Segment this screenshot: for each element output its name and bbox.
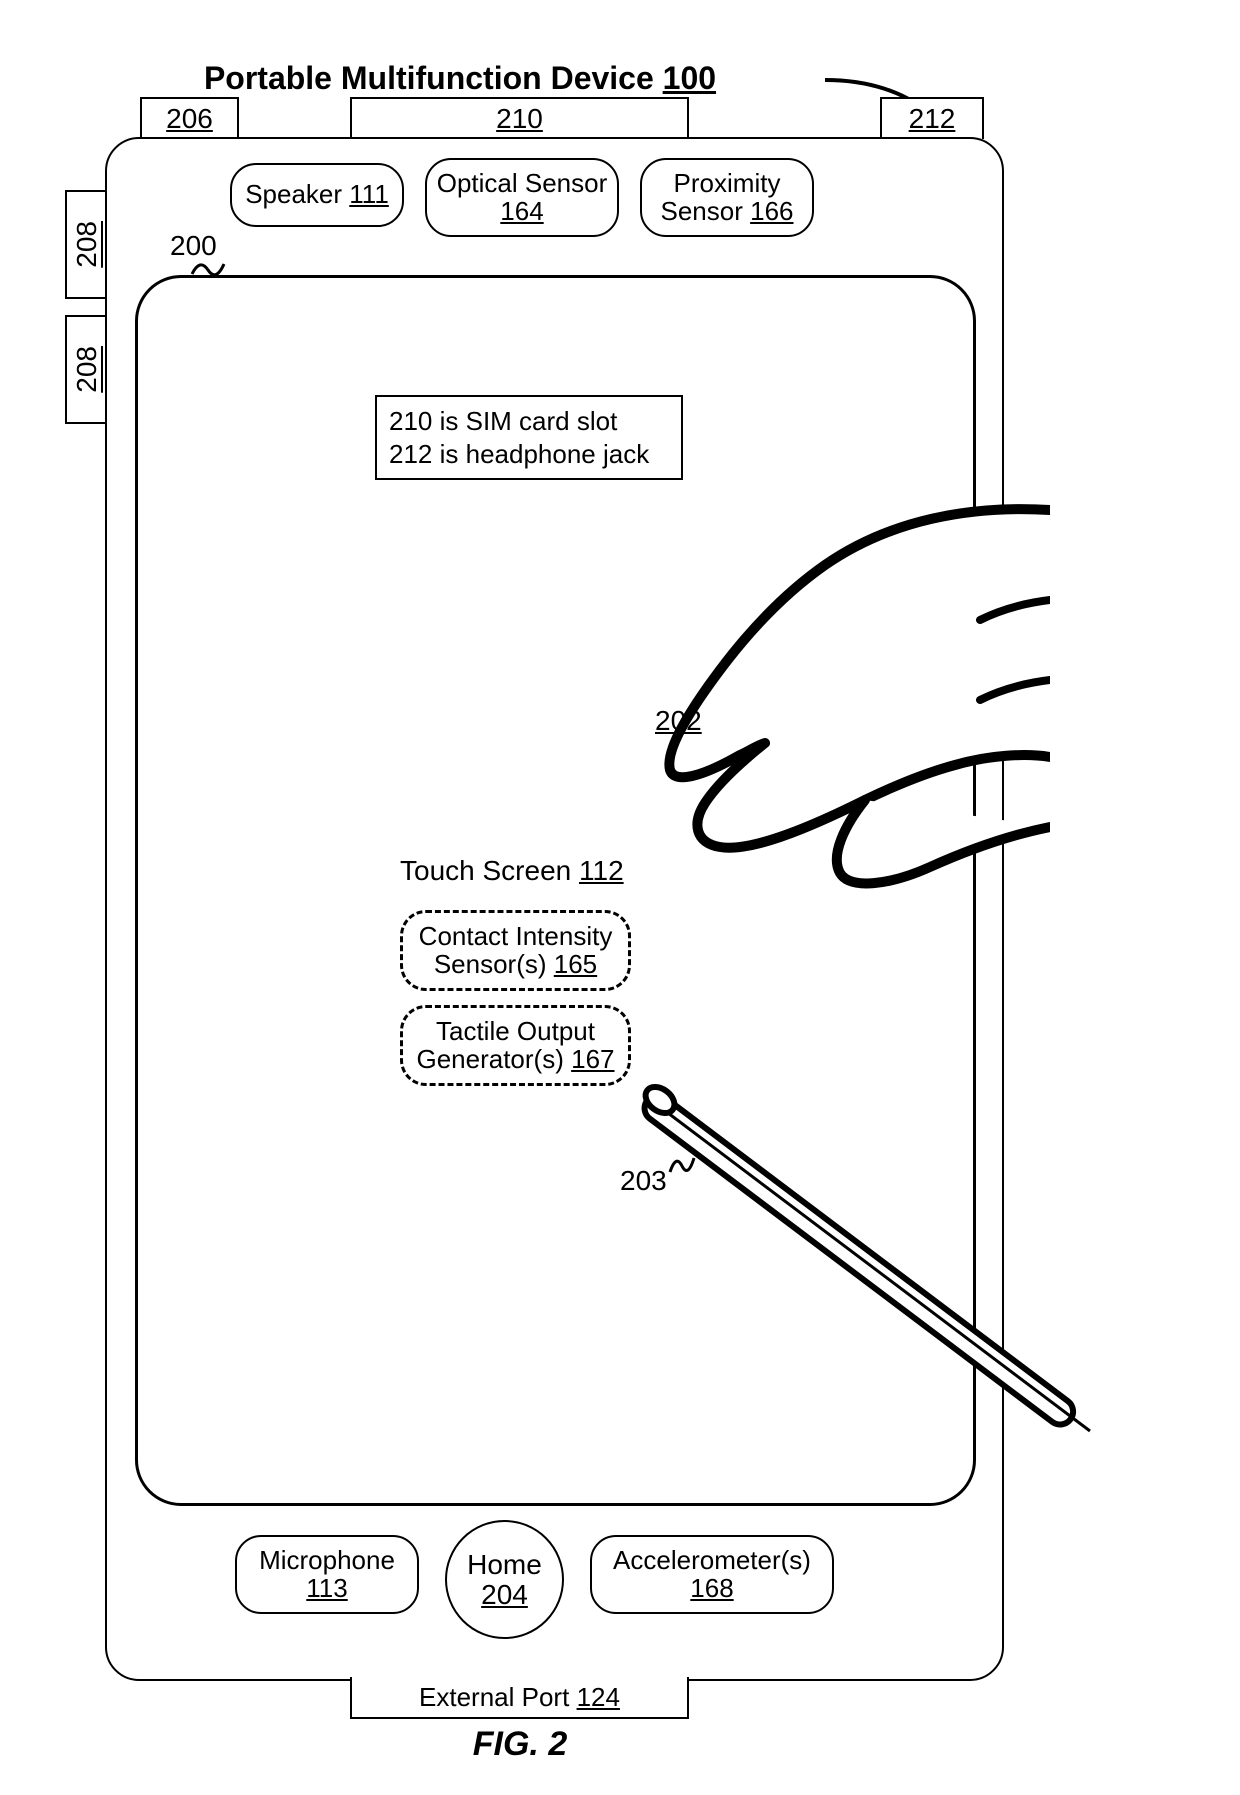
home-label: Home	[467, 1550, 542, 1579]
microphone-pill: Microphone 113	[235, 1535, 419, 1614]
tactile-num: 167	[571, 1044, 614, 1074]
mic-label: Microphone	[259, 1547, 395, 1574]
proximity-num: 166	[750, 196, 793, 226]
figure-label: FIG. 2	[0, 1725, 1040, 1764]
accel-label: Accelerometer(s)	[613, 1547, 811, 1574]
accelerometer-pill: Accelerometer(s) 168	[590, 1535, 834, 1614]
optical-label: Optical Sensor	[437, 170, 608, 197]
title-num: 100	[663, 60, 716, 96]
info-l2: 212 is headphone jack	[389, 438, 669, 471]
mic-num: 113	[306, 1575, 347, 1602]
speaker-num: 111	[349, 179, 389, 209]
info-l1: 210 is SIM card slot	[389, 405, 669, 438]
proximity-line1: Proximity	[674, 170, 781, 197]
intensity-l2: Sensor(s)	[434, 949, 547, 979]
stylus-ref-203: 203	[620, 1165, 667, 1197]
side-tab-208-upper: 208	[65, 190, 107, 299]
top-tab-210: 210	[350, 97, 689, 139]
proximity-line2: Sensor	[660, 196, 742, 226]
top-tab-212: 212	[880, 97, 984, 139]
tactile-l2: Generator(s)	[416, 1044, 563, 1074]
top-tab-206: 206	[140, 97, 239, 139]
home-num: 204	[481, 1580, 528, 1609]
optical-num: 164	[500, 198, 543, 225]
info-box: 210 is SIM card slot 212 is headphone ja…	[375, 395, 683, 480]
ext-num: 124	[577, 1682, 620, 1713]
tactile-l1: Tactile Output	[436, 1018, 595, 1045]
accel-num: 168	[690, 1575, 733, 1602]
external-port-tab: External Port 124	[350, 1677, 689, 1719]
intensity-num: 165	[554, 949, 597, 979]
squiggle-203-icon	[668, 1148, 698, 1178]
title-label: Portable Multifunction Device	[204, 60, 654, 96]
speaker-pill: Speaker 111	[230, 163, 404, 227]
diagram-title: Portable Multifunction Device 100	[100, 60, 820, 97]
hand-ref-202: 202	[655, 705, 702, 737]
ext-label: External Port	[419, 1682, 569, 1713]
proximity-pill: Proximity Sensor 166	[640, 158, 814, 237]
side-tab-208-lower: 208	[65, 315, 107, 424]
optical-pill: Optical Sensor 164	[425, 158, 619, 237]
contact-intensity-pill: Contact Intensity Sensor(s) 165	[400, 910, 631, 991]
touch-screen-label: Touch Screen 112	[400, 855, 624, 887]
home-button[interactable]: Home 204	[445, 1520, 564, 1639]
stylus-icon	[620, 1075, 1060, 1515]
intensity-l1: Contact Intensity	[419, 923, 613, 950]
tactile-output-pill: Tactile Output Generator(s) 167	[400, 1005, 631, 1086]
speaker-label: Speaker	[245, 179, 342, 209]
